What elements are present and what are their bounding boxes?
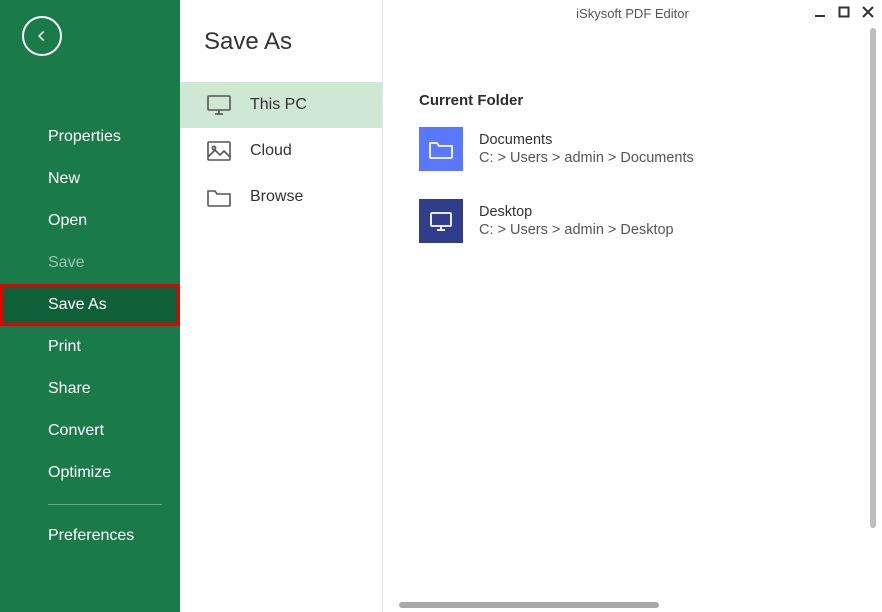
sidebar-menu: Properties New Open Save Save As Print S…	[0, 116, 180, 557]
monitor-icon	[206, 94, 232, 116]
sidebar-item-label: Preferences	[48, 527, 134, 544]
location-list: This PC Cloud Browse	[180, 82, 382, 220]
folder-path: C: > Users > admin > Desktop	[479, 222, 674, 238]
location-cloud[interactable]: Cloud	[180, 128, 382, 174]
sidebar-item-optimize[interactable]: Optimize	[0, 452, 180, 494]
sidebar-item-label: Open	[48, 212, 87, 229]
sidebar-item-save: Save	[0, 242, 180, 284]
sidebar-item-open[interactable]: Open	[0, 200, 180, 242]
sidebar-item-new[interactable]: New	[0, 158, 180, 200]
sidebar-item-label: Optimize	[48, 464, 111, 481]
location-browse[interactable]: Browse	[180, 174, 382, 220]
folder-content: Current Folder Documents C: > Users > ad…	[383, 0, 882, 612]
sidebar-item-preferences[interactable]: Preferences	[0, 515, 180, 557]
location-label: Browse	[250, 188, 303, 206]
folder-icon	[206, 186, 232, 208]
sidebar-item-label: New	[48, 170, 80, 187]
folder-text: Desktop C: > Users > admin > Desktop	[479, 204, 674, 238]
vertical-scrollbar[interactable]	[870, 28, 876, 548]
folder-icon	[419, 127, 463, 171]
sidebar-item-share[interactable]: Share	[0, 368, 180, 410]
sidebar-item-label: Share	[48, 380, 91, 397]
back-button[interactable]	[22, 16, 62, 56]
sidebar-item-print[interactable]: Print	[0, 326, 180, 368]
sidebar-item-label: Save As	[48, 296, 107, 313]
folder-name: Desktop	[479, 204, 674, 220]
content-panel: iSkysoft PDF Editor Current Folder Docum…	[383, 0, 882, 612]
sidebar-item-properties[interactable]: Properties	[0, 116, 180, 158]
folder-text: Documents C: > Users > admin > Documents	[479, 132, 694, 166]
sidebar-item-convert[interactable]: Convert	[0, 410, 180, 452]
menu-divider	[48, 504, 162, 505]
sidebar-item-save-as[interactable]: Save As	[0, 284, 180, 326]
scroll-thumb[interactable]	[870, 28, 876, 528]
sidebar: Properties New Open Save Save As Print S…	[0, 0, 180, 612]
location-label: This PC	[250, 96, 307, 114]
sidebar-item-label: Print	[48, 338, 81, 355]
desktop-icon	[419, 199, 463, 243]
folder-documents[interactable]: Documents C: > Users > admin > Documents	[419, 127, 882, 171]
folder-desktop[interactable]: Desktop C: > Users > admin > Desktop	[419, 199, 882, 243]
folder-name: Documents	[479, 132, 694, 148]
location-label: Cloud	[250, 142, 292, 160]
location-panel: Save As This PC Cloud Browse	[180, 0, 383, 612]
sidebar-item-label: Properties	[48, 128, 121, 145]
folder-path: C: > Users > admin > Documents	[479, 150, 694, 166]
active-indicator-icon	[180, 297, 188, 313]
image-icon	[206, 140, 232, 162]
panel-title: Save As	[180, 0, 382, 82]
horizontal-scrollbar[interactable]	[399, 602, 659, 608]
sidebar-item-label: Save	[48, 254, 84, 271]
sidebar-item-label: Convert	[48, 422, 104, 439]
location-this-pc[interactable]: This PC	[180, 82, 382, 128]
chevron-left-icon	[35, 29, 49, 43]
section-title: Current Folder	[419, 92, 882, 109]
